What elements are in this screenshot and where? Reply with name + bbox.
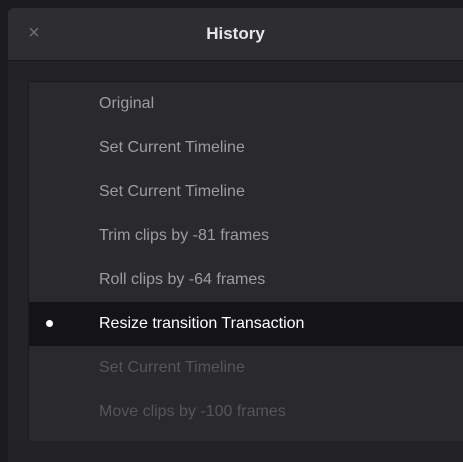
history-item-label: Set Current Timeline — [99, 139, 245, 156]
history-item-label: Resize transition Transaction — [99, 315, 305, 332]
history-item-undone[interactable]: Set Current Timeline — [29, 346, 463, 390]
history-item[interactable]: Set Current Timeline — [29, 126, 463, 170]
history-item-label: Set Current Timeline — [99, 183, 245, 200]
footer-strip — [8, 441, 463, 462]
history-item-label: Set Current Timeline — [99, 359, 245, 376]
history-item-label: Trim clips by -81 frames — [99, 227, 270, 244]
history-item-current[interactable]: Resize transition Transaction — [29, 302, 463, 346]
window-title: History — [206, 24, 265, 43]
history-window: History × Original Set Current Timeline … — [8, 8, 463, 462]
history-item-label: Roll clips by -64 frames — [99, 271, 266, 288]
history-item[interactable]: Roll clips by -64 frames — [29, 258, 463, 302]
close-icon[interactable]: × — [22, 21, 46, 45]
history-item-label: Move clips by -100 frames — [99, 403, 286, 420]
header-strip — [8, 61, 463, 81]
history-item[interactable]: Original — [29, 82, 463, 126]
history-item-undone[interactable]: Move clips by -100 frames — [29, 390, 463, 434]
history-list: Original Set Current Timeline Set Curren… — [28, 81, 463, 442]
history-item-label: Original — [99, 95, 155, 112]
history-item[interactable]: Trim clips by -81 frames — [29, 214, 463, 258]
title-bar: History × — [8, 8, 463, 61]
current-state-bullet-icon — [46, 320, 53, 327]
history-item[interactable]: Set Current Timeline — [29, 170, 463, 214]
